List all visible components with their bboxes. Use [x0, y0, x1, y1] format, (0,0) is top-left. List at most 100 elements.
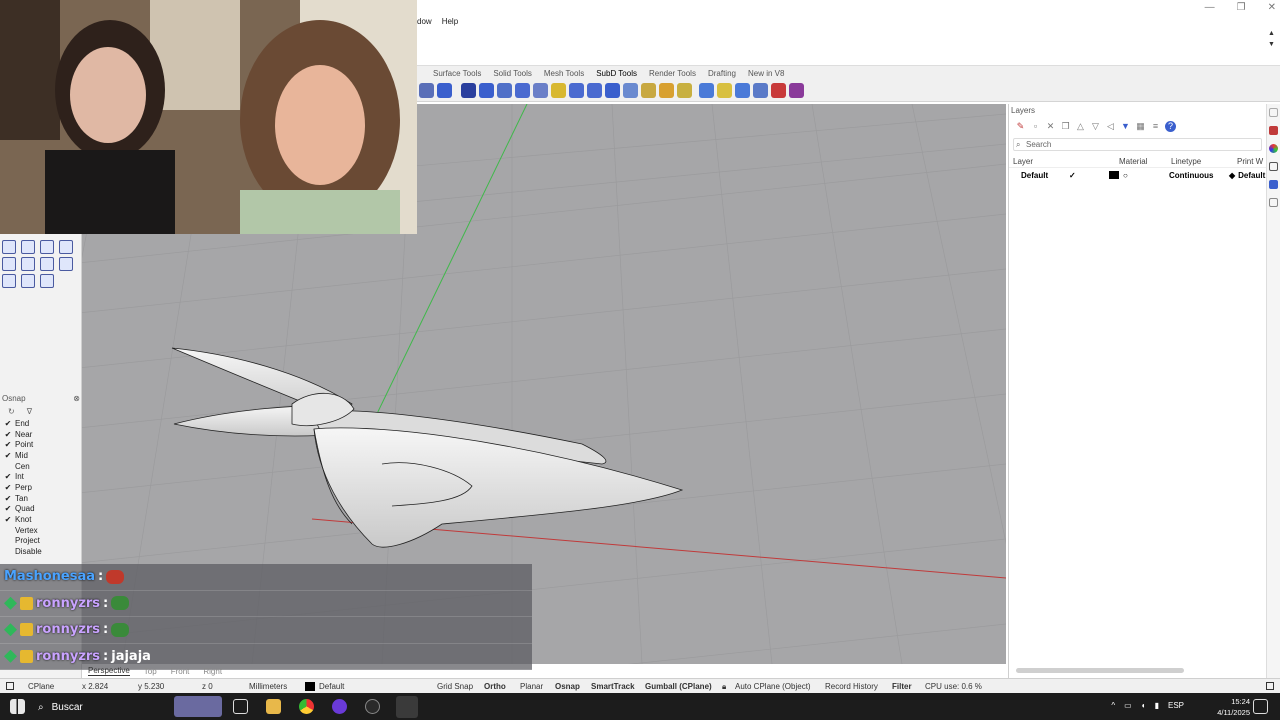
menu-icon[interactable]: ≡ — [1150, 121, 1161, 132]
osnap-item-quad[interactable]: ✔ Quad — [0, 504, 82, 515]
subd-cone-icon[interactable] — [497, 83, 512, 98]
osnap-item-end[interactable]: ✔ End — [0, 418, 82, 429]
layer-row-default[interactable]: Default ✓ ○ Continuous ◆ Default — [1009, 168, 1266, 182]
auto-cplane-toggle[interactable]: Auto CPlane (Object) — [735, 682, 811, 691]
checkbox[interactable]: ✔ — [4, 419, 12, 428]
subd-crease-icon[interactable] — [551, 83, 566, 98]
osnap-item-project[interactable]: Project — [0, 536, 82, 547]
properties-panel-icon[interactable] — [1269, 162, 1278, 171]
col-print-width[interactable]: Print W — [1237, 157, 1263, 166]
tab-mesh-tools[interactable]: Mesh Tools — [544, 69, 584, 78]
checkbox[interactable]: ✔ — [4, 472, 12, 481]
copy-layer-icon[interactable]: ❐ — [1060, 121, 1071, 132]
subd-cylinder-icon[interactable] — [479, 83, 494, 98]
spaceship-model[interactable] — [171, 347, 684, 548]
tool-snap-icon[interactable] — [21, 274, 35, 288]
osnap-item-near[interactable]: ✔ Near — [0, 429, 82, 440]
col-material[interactable]: Material — [1119, 157, 1171, 166]
osnap-item-vertex[interactable]: Vertex — [0, 525, 82, 536]
new-sublayer-icon[interactable]: ▫ — [1030, 121, 1041, 132]
tab-subd-tools[interactable]: SubD Tools — [596, 69, 637, 78]
tool-surface-icon[interactable] — [2, 257, 16, 271]
osnap-item-tan[interactable]: ✔ Tan — [0, 493, 82, 504]
subd-box-icon[interactable] — [419, 83, 434, 98]
subd-slide-icon[interactable] — [623, 83, 638, 98]
col-linetype[interactable]: Linetype — [1171, 157, 1237, 166]
display-panel-icon[interactable] — [1269, 144, 1278, 153]
checkbox[interactable]: ✔ — [4, 494, 12, 503]
checkbox[interactable]: ✔ — [4, 504, 12, 513]
osnap-item-point[interactable]: ✔ Point — [0, 439, 82, 450]
tool-grid-icon[interactable] — [40, 240, 54, 254]
subd-bevel-icon[interactable] — [677, 83, 692, 98]
record-history-toggle[interactable]: Record History — [825, 682, 878, 691]
subd-patch-icon[interactable] — [659, 83, 674, 98]
checkbox[interactable]: ✔ — [4, 483, 12, 492]
chevron-up-icon[interactable]: ^ — [1111, 701, 1115, 710]
new-layer-icon[interactable]: ✎ — [1015, 121, 1026, 132]
tool-dimension-icon[interactable] — [40, 274, 54, 288]
layer-search-input[interactable]: ⌕ Search — [1013, 138, 1262, 151]
checkbox[interactable]: ✔ — [4, 430, 12, 439]
layer-color-swatch[interactable] — [1109, 171, 1119, 179]
network-icon[interactable]: ▭ — [1124, 701, 1132, 710]
tab-solid-tools[interactable]: Solid Tools — [493, 69, 532, 78]
col-layer[interactable]: Layer — [1013, 157, 1119, 166]
speaker-icon[interactable]: ◖ — [1141, 701, 1146, 710]
subd-fill-icon[interactable] — [605, 83, 620, 98]
columns-icon[interactable]: ▦ — [1135, 121, 1146, 132]
tab-drafting[interactable]: Drafting — [708, 69, 736, 78]
subd-extrude-icon[interactable] — [587, 83, 602, 98]
panel-toggle-right-icon[interactable] — [1266, 682, 1274, 690]
notification-icon[interactable] — [1253, 699, 1268, 714]
print-width-value[interactable]: Default — [1238, 171, 1265, 180]
obs-icon[interactable] — [365, 699, 380, 714]
menu-window[interactable]: dow — [417, 17, 432, 26]
microphone-icon[interactable]: ▮ — [1155, 701, 1159, 710]
move-down-icon[interactable]: ▽ — [1090, 121, 1101, 132]
minimize-button[interactable]: — — [1205, 2, 1215, 13]
filter-icon[interactable]: ▼ — [1120, 121, 1131, 132]
taskbar-clock[interactable]: 15:24 4/11/2025 — [1217, 696, 1250, 718]
osnap-item-perp[interactable]: ✔ Perp — [0, 482, 82, 493]
move-left-icon[interactable]: ◁ — [1105, 121, 1116, 132]
tool-edit-icon[interactable] — [21, 257, 35, 271]
named-views-icon[interactable] — [1269, 180, 1278, 189]
tab-top[interactable]: Top — [144, 667, 157, 676]
subd-weld-icon[interactable] — [717, 83, 732, 98]
layers-panel-icon[interactable] — [1269, 126, 1278, 135]
menu-help[interactable]: Help — [442, 17, 458, 26]
subd-sphere-icon[interactable] — [437, 83, 452, 98]
messenger-icon[interactable] — [332, 699, 347, 714]
layer-name[interactable]: Default — [1021, 171, 1069, 180]
tool-transform-icon[interactable] — [59, 240, 73, 254]
filter-toggle[interactable]: Filter — [892, 682, 912, 691]
command-area[interactable] — [417, 28, 1280, 66]
linetype-value[interactable]: Continuous — [1169, 171, 1229, 180]
rhino-app-icon[interactable] — [396, 696, 418, 718]
checkbox[interactable]: ✔ — [4, 515, 12, 524]
subd-ellipsoid-icon[interactable] — [533, 83, 548, 98]
close-button[interactable]: ✕ — [1268, 2, 1276, 13]
tab-new-in-v8[interactable]: New in V8 — [748, 69, 784, 78]
gumball-toggle[interactable]: Gumball (CPlane) — [645, 682, 712, 691]
osnap-item-int[interactable]: ✔ Int — [0, 471, 82, 482]
smarttrack-toggle[interactable]: SmartTrack — [591, 682, 635, 691]
subd-mirror-icon[interactable] — [699, 83, 714, 98]
tool-array-icon[interactable] — [59, 257, 73, 271]
subd-bridge-icon[interactable] — [569, 83, 584, 98]
osnap-item-disable[interactable]: Disable — [0, 546, 82, 557]
checkbox[interactable]: ✔ — [4, 451, 12, 460]
subd-delete-icon[interactable] — [771, 83, 786, 98]
filter-icon[interactable]: ∇ — [27, 407, 32, 416]
tool-line-icon[interactable] — [21, 240, 35, 254]
tab-front[interactable]: Front — [171, 667, 190, 676]
command-scroll-arrows[interactable]: ▲ ▼ — [1268, 30, 1276, 48]
panel-toggle-icon[interactable] — [6, 682, 14, 690]
osnap-toggle[interactable]: Osnap — [555, 682, 580, 691]
delete-layer-icon[interactable]: ✕ — [1045, 121, 1056, 132]
task-view-icon[interactable] — [233, 699, 248, 714]
subd-smooth-icon[interactable] — [753, 83, 768, 98]
maximize-button[interactable]: ❐ — [1237, 2, 1246, 13]
layers-scrollbar[interactable] — [1016, 668, 1184, 673]
